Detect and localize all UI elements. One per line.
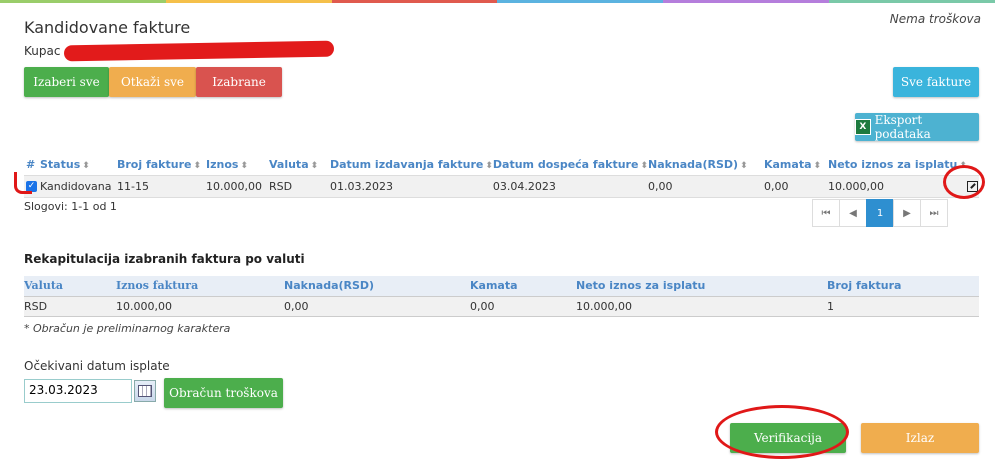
- no-cost-label: Nema troškova: [889, 12, 981, 26]
- sort-icon: ⬍: [740, 161, 748, 172]
- exit-button[interactable]: Izlaz: [861, 423, 979, 453]
- sort-icon: ⬍: [193, 161, 202, 172]
- all-invoices-button[interactable]: Sve fakture: [893, 67, 979, 97]
- recap-fee: 0,00: [284, 296, 470, 317]
- invoice-table: # Status ⬍ Broj fakture ⬍ Iznos ⬍ Valuta ⬍ D…: [24, 155, 979, 198]
- payment-date-label: Očekivani datum isplate: [24, 359, 170, 373]
- sort-icon: ⬍: [813, 161, 822, 172]
- row-status: Kandidovana: [40, 175, 117, 198]
- recap-col-count: Broj faktura: [827, 276, 979, 297]
- recap-interest: 0,00: [470, 296, 576, 317]
- page-number-current[interactable]: 1: [866, 199, 894, 227]
- preliminary-note: * Obračun je preliminarnog karaktera: [24, 322, 231, 335]
- row-interest: 0,00: [763, 175, 828, 198]
- table-row[interactable]: ✓ Kandidovana 11-15 10.000,00 RSD 01.03.…: [24, 175, 979, 198]
- row-amount: 10.000,00: [206, 175, 269, 198]
- cancel-all-button[interactable]: Otkaži sve: [109, 67, 196, 97]
- recap-col-currency: Valuta: [24, 276, 116, 297]
- recap-title: Rekapitulacija izabranih faktura po valu…: [24, 252, 305, 266]
- buyer-label: Kupac: [24, 44, 61, 58]
- col-currency[interactable]: Valuta ⬍: [269, 155, 330, 176]
- col-due-date[interactable]: Datum dospeća fakture ⬍: [492, 155, 648, 176]
- top-color-stripe: [0, 0, 995, 3]
- page-title: Kandidovane fakture: [24, 18, 191, 37]
- recap-col-interest: Kamata: [470, 276, 576, 297]
- export-button-label: Eksport podataka: [874, 113, 931, 141]
- last-page-icon[interactable]: ⏭: [920, 199, 948, 227]
- row-due-date: 03.04.2023: [492, 175, 648, 198]
- selected-button[interactable]: Izabrane: [196, 67, 282, 97]
- col-amount[interactable]: Iznos ⬍: [206, 155, 269, 176]
- recap-table-header: Valuta Iznos faktura Naknada(RSD) Kamata…: [24, 276, 979, 297]
- recap-col-amount: Iznos faktura: [116, 276, 284, 297]
- select-all-button[interactable]: Izaberi sve: [24, 67, 109, 97]
- recap-col-fee: Naknada(RSD): [284, 276, 470, 297]
- col-interest[interactable]: Kamata ⬍: [763, 155, 828, 176]
- calendar-icon[interactable]: [134, 380, 156, 402]
- col-issue-date[interactable]: Datum izdavanja fakture ⬍: [330, 155, 493, 176]
- export-button[interactable]: X Eksport podataka: [855, 113, 979, 141]
- col-fee[interactable]: Naknada(RSD) ⬍: [647, 155, 764, 176]
- next-page-icon[interactable]: ▶: [893, 199, 921, 227]
- recap-amount: 10.000,00: [116, 296, 284, 317]
- redaction-mark: [64, 40, 335, 62]
- sort-icon: ⬍: [82, 161, 90, 172]
- annotation-mark-checkbox: [14, 172, 32, 194]
- row-fee: 0,00: [647, 175, 764, 198]
- col-status[interactable]: Status ⬍: [40, 155, 117, 176]
- row-currency: RSD: [269, 175, 330, 198]
- col-number[interactable]: Broj fakture ⬍: [117, 155, 206, 176]
- excel-icon: X: [855, 119, 871, 135]
- invoice-table-header: # Status ⬍ Broj fakture ⬍ Iznos ⬍ Valuta ⬍ D…: [24, 155, 979, 176]
- sort-icon: ⬍: [310, 161, 319, 172]
- sort-icon: ⬍: [640, 161, 648, 172]
- recap-currency: RSD: [24, 296, 116, 317]
- sort-icon: ⬍: [485, 161, 493, 172]
- buyer-row: Kupac: [24, 40, 335, 62]
- recap-col-net: Neto iznos za isplatu: [576, 276, 827, 297]
- records-count: Slogovi: 1-1 od 1: [24, 200, 117, 213]
- sort-icon: ⬍: [240, 161, 248, 172]
- pagination: ⏮ ◀ 1 ▶ ⏭: [812, 199, 948, 227]
- row-number: 11-15: [117, 175, 206, 198]
- first-page-icon[interactable]: ⏮: [812, 199, 840, 227]
- annotation-circle-edit: [943, 165, 985, 199]
- row-issue-date: 01.03.2023: [330, 175, 493, 198]
- recap-row: RSD 10.000,00 0,00 0,00 10.000,00 1: [24, 296, 979, 317]
- payment-date-input[interactable]: 23.03.2023: [24, 379, 132, 403]
- annotation-circle-verify: [715, 405, 849, 459]
- recap-net: 10.000,00: [576, 296, 827, 317]
- prev-page-icon[interactable]: ◀: [839, 199, 867, 227]
- recap-table: Valuta Iznos faktura Naknada(RSD) Kamata…: [24, 276, 979, 317]
- recap-count: 1: [827, 296, 979, 317]
- calculate-costs-button[interactable]: Obračun troškova: [164, 378, 283, 408]
